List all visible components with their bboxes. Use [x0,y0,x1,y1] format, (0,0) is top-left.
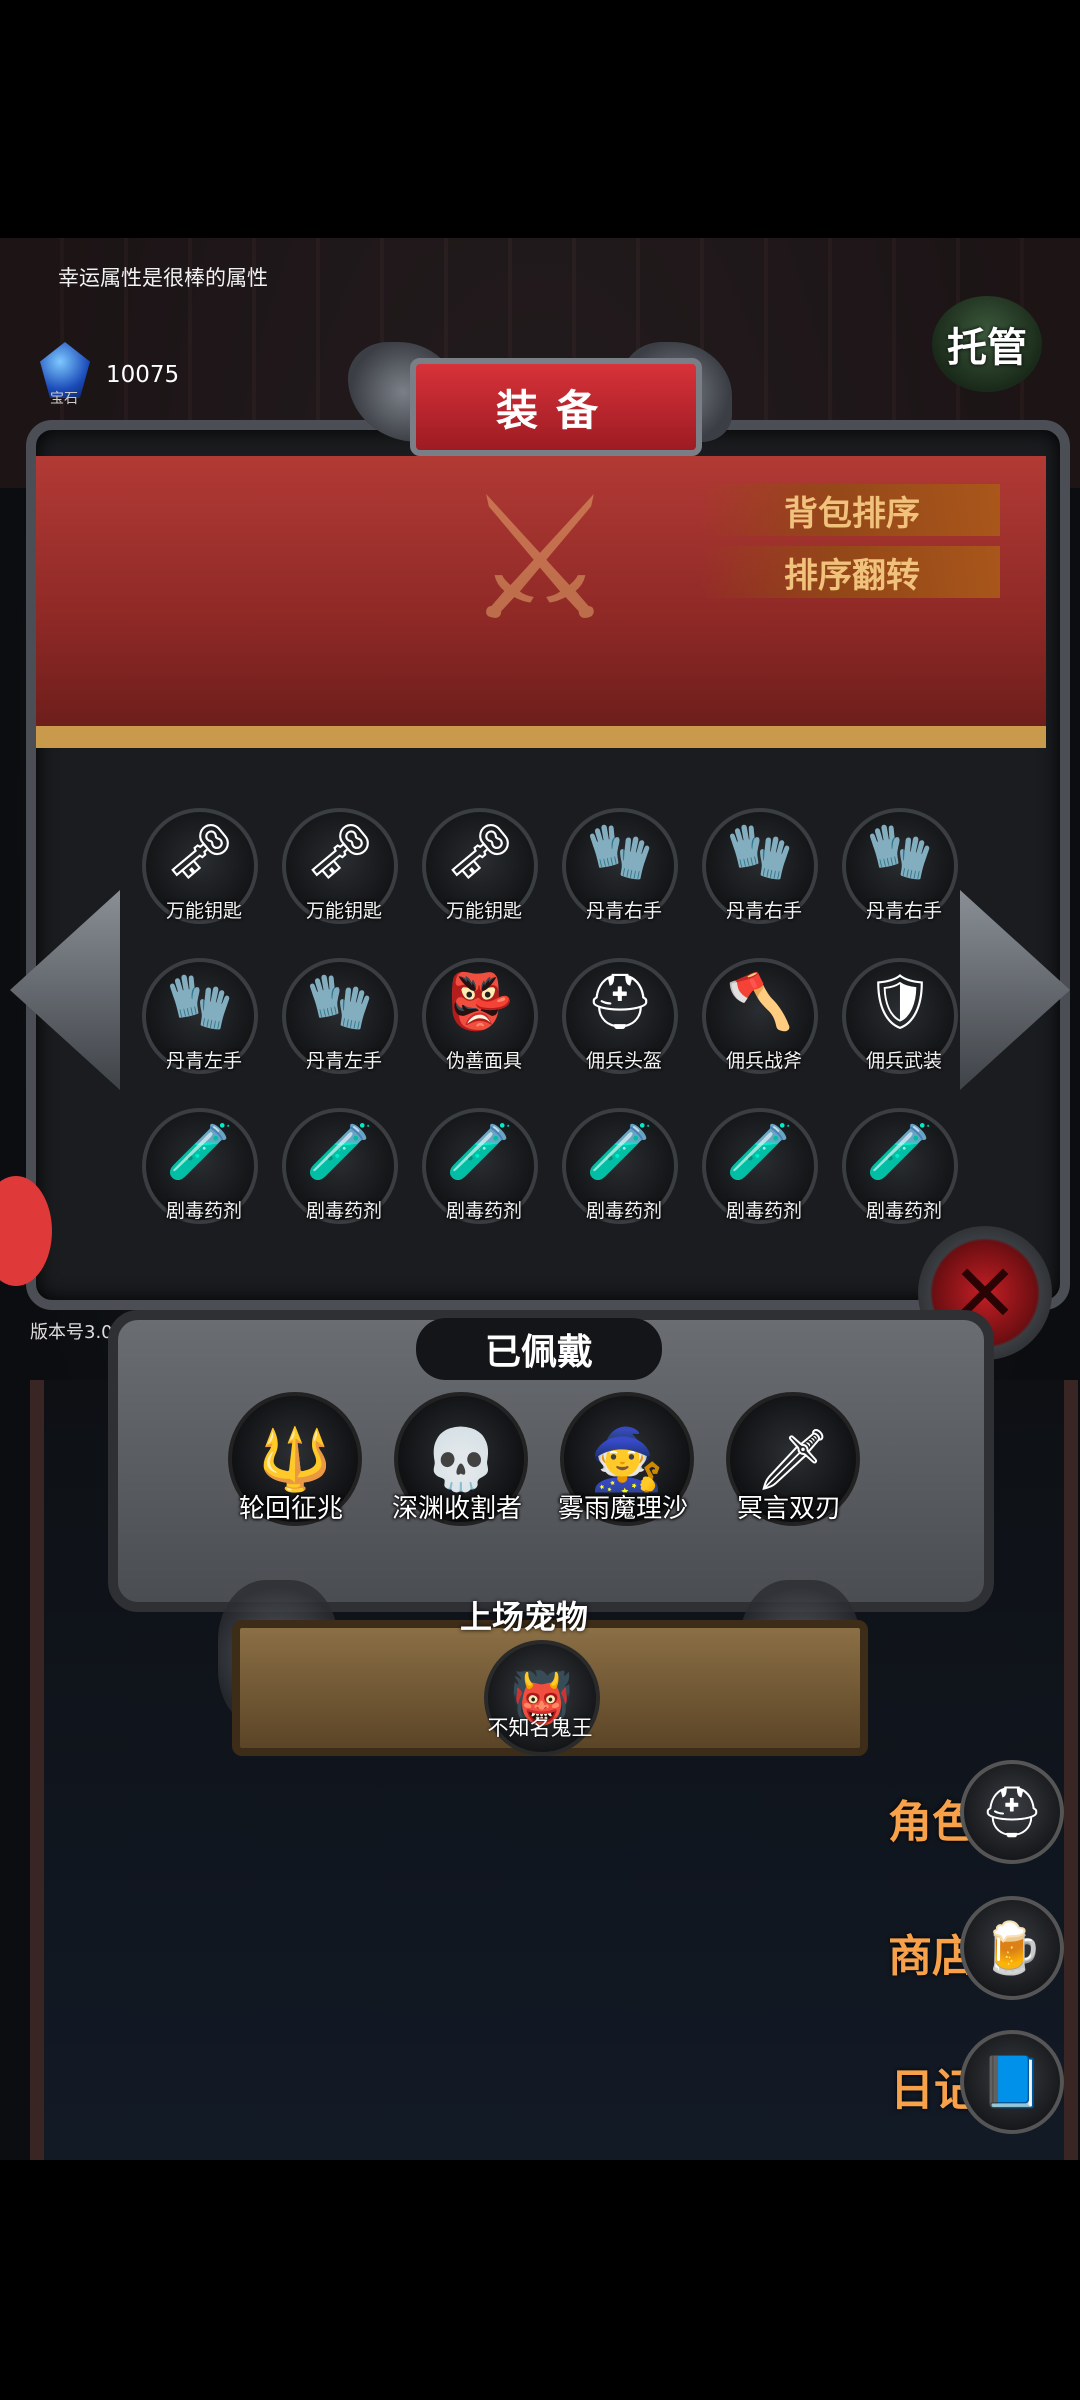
inventory-item[interactable]: 🗝 万能钥匙 [142,808,258,924]
glove-icon: 🧤 [306,970,374,1033]
inventory-item[interactable]: 🧪 剧毒药剂 [422,1108,538,1224]
gem-count: 10075 [106,362,180,388]
potion-icon: 🧪 [446,1120,514,1183]
item-label: 伪善面具 [445,1050,522,1072]
bottom-bar [0,2160,1080,2400]
auto-button[interactable]: 托管 [932,296,1042,392]
inventory-item[interactable]: 🧤 丹青右手 [702,808,818,924]
inventory-item[interactable]: 🗝 万能钥匙 [422,808,538,924]
armor-icon: 🛡 [865,970,935,1033]
key-icon: 🗝 [445,820,515,883]
item-label: 丹青右手 [585,900,662,922]
potion-icon: 🧪 [586,1120,654,1183]
glove-icon: 🧤 [586,820,654,883]
item-label: 剧毒药剂 [865,1200,942,1222]
pet-title: 上场宠物 [460,1598,589,1636]
potion-icon: 🧪 [866,1120,934,1183]
inventory-item[interactable]: 🪓 佣兵战斧 [702,958,818,1074]
helmet-icon[interactable]: ⛑ [960,1760,1064,1864]
inventory-item[interactable]: 🧤 丹青右手 [562,808,678,924]
panel-title: 装备 [410,358,702,456]
potion-icon: 🧪 [166,1120,234,1183]
inventory-item[interactable]: 🧤 丹青左手 [142,958,258,1074]
pet-name: 不知名鬼王 [487,1716,593,1740]
glove-icon: 🧤 [726,820,794,883]
inventory-item[interactable]: 🧪 剧毒药剂 [562,1108,678,1224]
item-label: 丹青左手 [165,1050,242,1072]
item-label: 佣兵战斧 [725,1050,802,1072]
item-label: 剧毒药剂 [445,1200,522,1222]
book-icon[interactable]: 📘 [960,2030,1064,2134]
inventory-item[interactable]: 🧪 剧毒药剂 [702,1108,818,1224]
sort-bag-button[interactable]: 背包排序 [700,484,1000,536]
item-label: 佣兵头盔 [585,1050,662,1072]
item-label: 万能钥匙 [165,900,242,922]
glove-icon: 🧤 [866,820,934,883]
gem-label: 宝石 [50,391,78,407]
glove-icon: 🧤 [166,970,234,1033]
inventory-item[interactable]: 👺 伪善面具 [422,958,538,1074]
axe-icon: 🪓 [726,970,794,1033]
inventory-item[interactable]: 🧪 剧毒药剂 [842,1108,958,1224]
inventory-item[interactable]: 🧪 剧毒药剂 [282,1108,398,1224]
beer-mug-icon[interactable]: 🍺 [960,1896,1064,2000]
item-label: 万能钥匙 [305,900,382,922]
item-label: 丹青右手 [865,900,942,922]
item-label: 万能钥匙 [445,900,522,922]
inventory-item[interactable]: ⛑ 佣兵头盔 [562,958,678,1074]
tip-text: 幸运属性是很棒的属性 [58,266,268,290]
sort-reverse-button[interactable]: 排序翻转 [700,546,1000,598]
key-icon: 🗝 [305,820,375,883]
potion-icon: 🧪 [306,1120,374,1183]
item-label: 佣兵武装 [865,1050,942,1072]
inventory-item[interactable]: 🧤 丹青左手 [282,958,398,1074]
key-icon: 🗝 [165,820,235,883]
potion-icon: 🧪 [726,1120,794,1183]
crossed-swords-icon: ⚔ [463,461,617,659]
equipped-label: 冥言双刃 [736,1494,841,1524]
item-label: 丹青左手 [305,1050,382,1072]
inventory-item[interactable]: 🧪 剧毒药剂 [142,1108,258,1224]
helmet-icon: ⛑ [585,970,655,1033]
inventory-item[interactable]: 🧤 丹青右手 [842,808,958,924]
item-label: 剧毒药剂 [725,1200,802,1222]
equipped-title: 已佩戴 [416,1318,662,1380]
item-label: 剧毒药剂 [305,1200,382,1222]
mask-icon: 👺 [446,970,514,1033]
item-label: 丹青右手 [725,900,802,922]
item-label: 剧毒药剂 [165,1200,242,1222]
item-label: 剧毒药剂 [585,1200,662,1222]
inventory-item[interactable]: 🗝 万能钥匙 [282,808,398,924]
inventory-item[interactable]: 🛡 佣兵武装 [842,958,958,1074]
